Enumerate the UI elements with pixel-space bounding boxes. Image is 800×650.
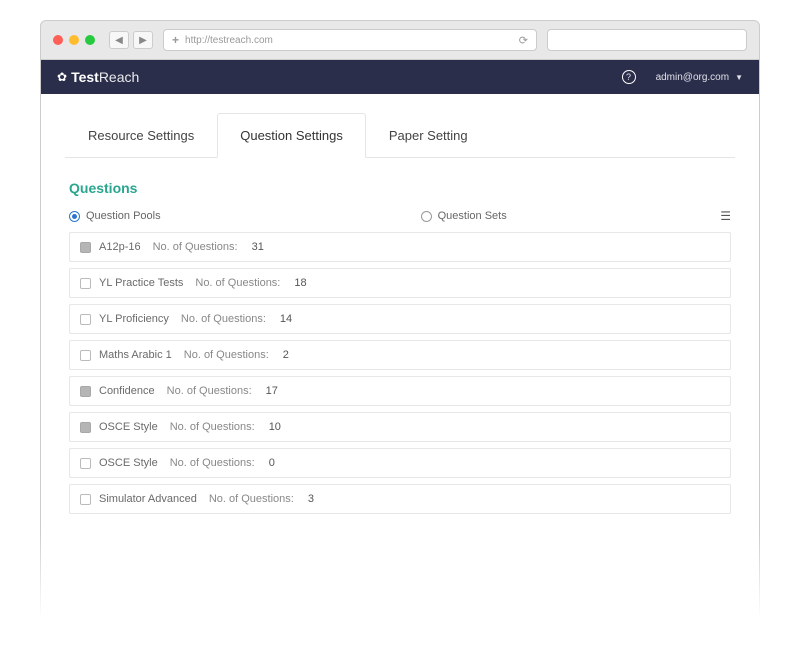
filter-row: Question Pools Question Sets ☰: [69, 210, 731, 222]
pool-name: Simulator Advanced: [99, 493, 197, 505]
pool-name: OSCE Style: [99, 457, 158, 469]
pool-list: A12p-16 No. of Questions: 31 YL Practice Te…: [69, 232, 731, 514]
pool-row[interactable]: YL Proficiency No. of Questions: 14: [69, 304, 731, 334]
browser-toolbar: ◀ ▶ + http://testreach.com ⟳: [40, 20, 760, 60]
pool-row[interactable]: Maths Arabic 1 No. of Questions: 2: [69, 340, 731, 370]
url-bar[interactable]: + http://testreach.com ⟳: [163, 29, 537, 51]
maximize-window-icon[interactable]: [85, 35, 95, 45]
pool-count: 0: [269, 457, 275, 469]
user-label: admin@org.com: [656, 72, 730, 83]
list-options-icon[interactable]: ☰: [720, 210, 731, 222]
pool-checkbox[interactable]: [80, 350, 91, 361]
brand-icon: ✿: [57, 70, 67, 84]
pool-count-label: No. of Questions:: [195, 277, 280, 289]
forward-button[interactable]: ▶: [133, 31, 153, 49]
pool-name: Confidence: [99, 385, 155, 397]
radio-icon: [421, 211, 432, 222]
pool-count: 2: [283, 349, 289, 361]
pool-count-label: No. of Questions:: [184, 349, 269, 361]
pool-name: Maths Arabic 1: [99, 349, 172, 361]
app-header: ✿ TestReach ? admin@org.com ▼: [41, 60, 759, 94]
pool-name: OSCE Style: [99, 421, 158, 433]
help-icon[interactable]: ?: [622, 70, 636, 84]
pool-checkbox[interactable]: [80, 386, 91, 397]
brand-prefix: Test: [71, 69, 99, 85]
user-menu[interactable]: admin@org.com ▼: [656, 72, 743, 83]
pool-count-label: No. of Questions:: [153, 241, 238, 253]
tab-resource-settings[interactable]: Resource Settings: [65, 113, 217, 158]
content-area: Resource Settings Question Settings Pape…: [41, 94, 759, 619]
brand-suffix: Reach: [99, 69, 139, 85]
pool-count-label: No. of Questions:: [170, 421, 255, 433]
pool-row[interactable]: Confidence No. of Questions: 17: [69, 376, 731, 406]
add-icon: +: [172, 33, 179, 47]
browser-search-input[interactable]: [547, 29, 747, 51]
brand-logo[interactable]: ✿ TestReach: [57, 69, 139, 85]
pool-checkbox[interactable]: [80, 494, 91, 505]
app-frame: ✿ TestReach ? admin@org.com ▼ Resource S…: [40, 60, 760, 620]
pool-checkbox[interactable]: [80, 242, 91, 253]
tab-question-settings[interactable]: Question Settings: [217, 113, 366, 158]
pool-count-label: No. of Questions:: [170, 457, 255, 469]
pool-count-label: No. of Questions:: [181, 313, 266, 325]
tab-label: Resource Settings: [88, 128, 194, 143]
pool-count: 10: [269, 421, 281, 433]
pool-name: YL Practice Tests: [99, 277, 183, 289]
pool-row[interactable]: OSCE Style No. of Questions: 0: [69, 448, 731, 478]
pool-count: 17: [266, 385, 278, 397]
url-text: http://testreach.com: [185, 35, 273, 46]
pool-row[interactable]: Simulator Advanced No. of Questions: 3: [69, 484, 731, 514]
radio-label: Question Pools: [86, 210, 161, 222]
pool-name: YL Proficiency: [99, 313, 169, 325]
pool-count: 18: [294, 277, 306, 289]
window-controls: [53, 35, 95, 45]
back-button[interactable]: ◀: [109, 31, 129, 49]
pool-count-label: No. of Questions:: [167, 385, 252, 397]
chevron-down-icon: ▼: [735, 73, 743, 82]
radio-icon: [69, 211, 80, 222]
pool-checkbox[interactable]: [80, 278, 91, 289]
pool-count-label: No. of Questions:: [209, 493, 294, 505]
refresh-icon[interactable]: ⟳: [519, 34, 528, 47]
pool-count: 31: [252, 241, 264, 253]
radio-label: Question Sets: [438, 210, 507, 222]
pool-row[interactable]: YL Practice Tests No. of Questions: 18: [69, 268, 731, 298]
pool-count: 3: [308, 493, 314, 505]
radio-question-pools[interactable]: Question Pools: [69, 210, 161, 222]
radio-question-sets[interactable]: Question Sets: [421, 210, 507, 222]
pool-checkbox[interactable]: [80, 314, 91, 325]
close-window-icon[interactable]: [53, 35, 63, 45]
tabs-bar: Resource Settings Question Settings Pape…: [65, 112, 735, 158]
pool-row[interactable]: OSCE Style No. of Questions: 10: [69, 412, 731, 442]
pool-row[interactable]: A12p-16 No. of Questions: 31: [69, 232, 731, 262]
pool-checkbox[interactable]: [80, 458, 91, 469]
section-title: Questions: [69, 180, 731, 196]
pool-count: 14: [280, 313, 292, 325]
nav-arrows: ◀ ▶: [109, 31, 153, 49]
pool-checkbox[interactable]: [80, 422, 91, 433]
minimize-window-icon[interactable]: [69, 35, 79, 45]
pool-name: A12p-16: [99, 241, 141, 253]
tab-label: Question Settings: [240, 128, 343, 143]
tab-paper-setting[interactable]: Paper Setting: [366, 113, 491, 158]
tab-label: Paper Setting: [389, 128, 468, 143]
